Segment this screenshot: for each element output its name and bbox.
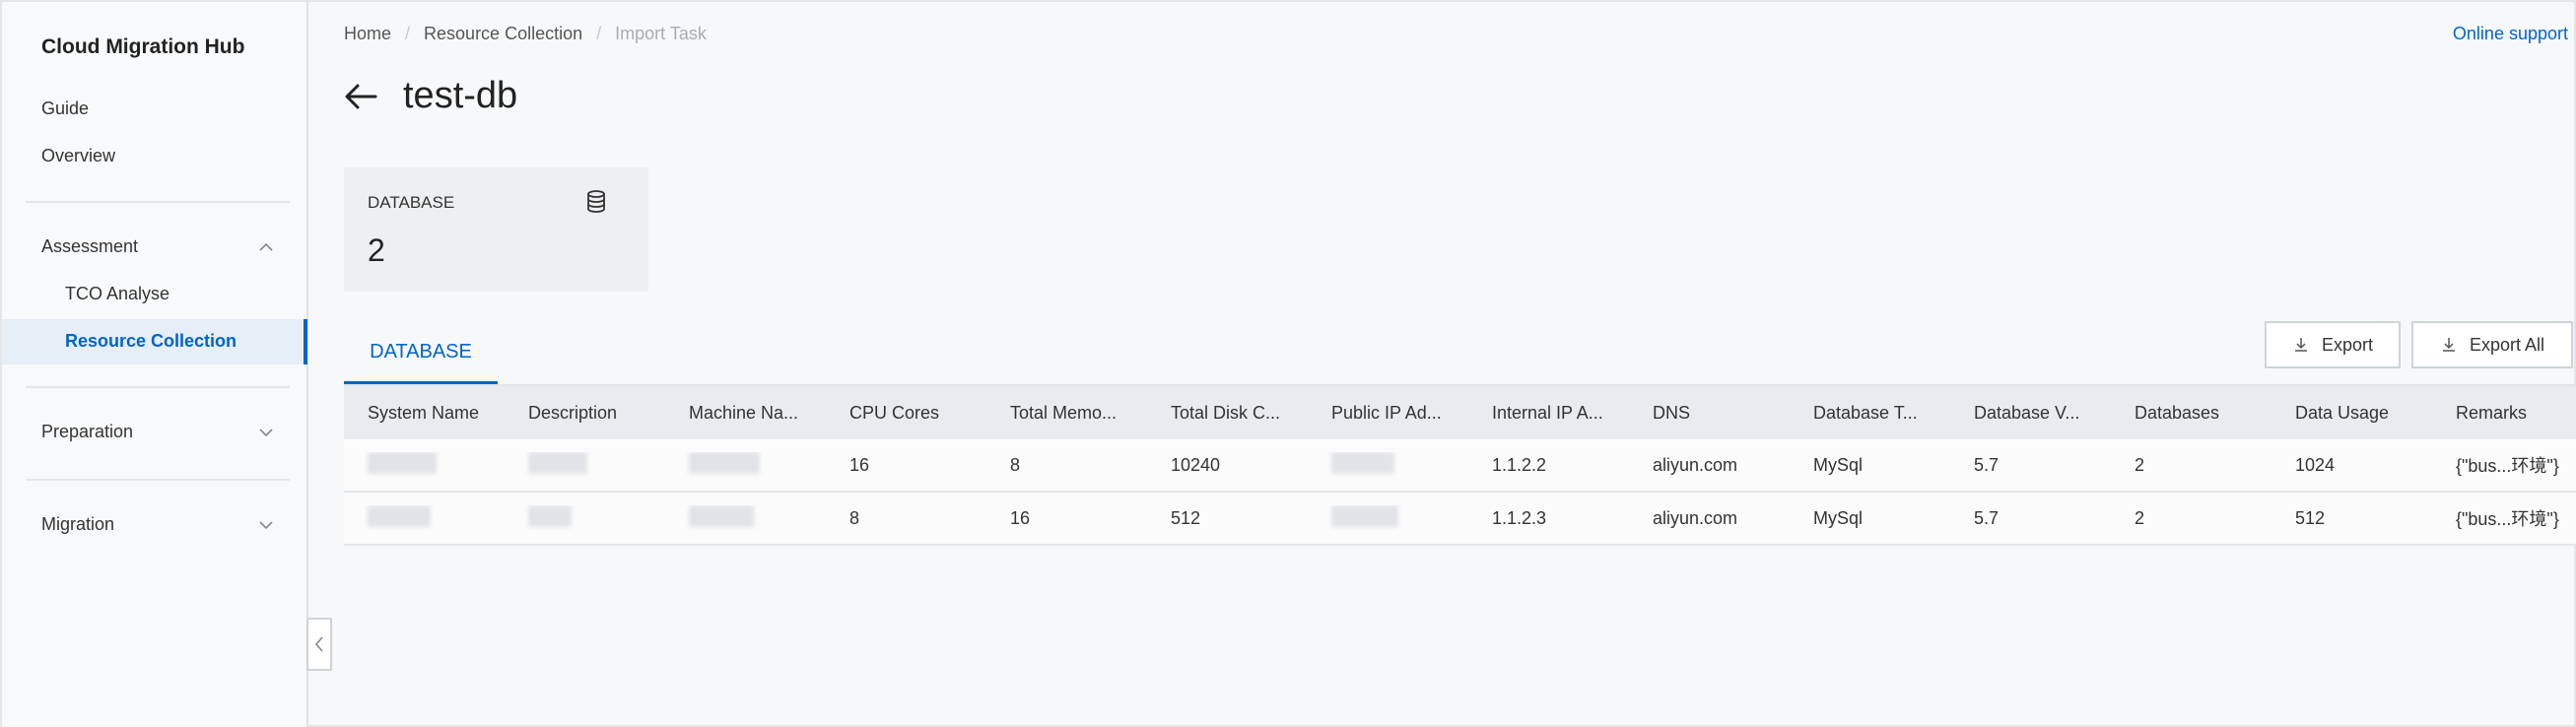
table-cell: aliyun.com — [1653, 507, 1738, 528]
sidebar-collapse-button[interactable] — [306, 618, 332, 671]
download-icon — [2442, 338, 2455, 352]
stat-value: 2 — [368, 232, 385, 268]
redacted-value — [368, 451, 437, 474]
database-count-card: DATABASE 2 — [344, 167, 648, 292]
breadcrumb-resource-collection[interactable]: Resource Collection — [424, 24, 582, 44]
column-header[interactable]: Data Usage — [2271, 403, 2432, 424]
page-header: test-db — [344, 75, 517, 117]
redacted-value — [689, 504, 754, 527]
breadcrumb: Home / Resource Collection / Import Task — [344, 24, 707, 44]
table-cell: 2 — [2135, 454, 2145, 475]
table-cell: 2 — [2135, 507, 2145, 528]
breadcrumb-separator: / — [596, 24, 602, 43]
table-cell: 1.1.2.2 — [1492, 454, 1547, 475]
table-cell — [344, 451, 505, 479]
table-cell: 16 — [849, 454, 870, 475]
back-arrow-icon[interactable] — [344, 83, 377, 110]
page-title: test-db — [403, 75, 518, 116]
table-cell — [505, 504, 665, 532]
sidebar-divider — [26, 386, 290, 388]
sidebar-divider — [26, 479, 290, 481]
column-header[interactable]: Total Disk C... — [1147, 403, 1308, 424]
table-cell: 16 — [1010, 507, 1031, 528]
sidebar-group-preparation[interactable]: Preparation — [41, 422, 274, 442]
table-cell — [665, 504, 826, 532]
column-header[interactable]: CPU Cores — [826, 403, 986, 424]
column-header[interactable]: Remarks — [2432, 403, 2576, 424]
redacted-value — [528, 504, 572, 527]
download-icon — [2294, 338, 2307, 352]
sidebar-group-label: Assessment — [41, 236, 139, 256]
table-cell — [665, 451, 826, 479]
redacted-value — [1331, 504, 1398, 527]
redacted-value — [528, 451, 587, 474]
table-cell: 1024 — [2295, 454, 2336, 475]
export-button-label: Export — [2321, 334, 2374, 355]
column-header[interactable]: Databases — [2111, 403, 2271, 424]
table-cell: MySql — [1813, 507, 1864, 528]
table-cell: 8 — [849, 507, 860, 528]
sidebar-item-tco-analyse[interactable]: TCO Analyse — [65, 284, 169, 304]
breadcrumb-home[interactable]: Home — [344, 24, 391, 44]
column-header[interactable]: Database T... — [1790, 403, 1950, 424]
table-cell: {"bus...环境"} — [2456, 456, 2559, 476]
column-header[interactable]: Total Memo... — [986, 403, 1147, 424]
table-cell: {"bus...环境"} — [2456, 509, 2559, 529]
chevron-left-icon — [314, 636, 323, 652]
table-cell: 5.7 — [1974, 507, 2000, 528]
chevron-down-icon — [258, 517, 274, 533]
sidebar: Cloud Migration Hub Guide Overview Asses… — [2, 2, 308, 727]
table-row[interactable]: 16 8 10240 1.1.2.2 aliyun.com MySql 5.7 2 1024 {"… — [344, 439, 2576, 493]
export-all-button[interactable]: Export All — [2411, 321, 2573, 368]
database-table: System Name Description Machine Na... CPU C… — [344, 384, 2576, 546]
database-icon — [587, 190, 605, 213]
redacted-value — [689, 451, 760, 474]
table-cell: 8 — [1010, 454, 1021, 475]
tab-database[interactable]: DATABASE — [344, 327, 498, 384]
sidebar-group-label: Migration — [41, 514, 115, 534]
chevron-up-icon — [258, 239, 274, 255]
table-cell — [1308, 504, 1468, 532]
table-cell — [505, 451, 665, 479]
column-header[interactable]: Machine Na... — [665, 403, 826, 424]
column-header[interactable]: Public IP Ad... — [1308, 403, 1468, 424]
redacted-value — [1331, 451, 1394, 474]
online-support-link[interactable]: Online support — [2453, 24, 2568, 44]
table-cell: MySql — [1813, 454, 1864, 475]
sidebar-group-assessment[interactable]: Assessment — [41, 236, 274, 257]
sidebar-item-overview[interactable]: Overview — [41, 146, 115, 166]
stat-label: DATABASE — [368, 193, 455, 212]
table-cell: 10240 — [1171, 454, 1221, 475]
column-header[interactable]: Description — [505, 403, 665, 424]
table-cell: 512 — [1171, 507, 1201, 528]
table-cell: aliyun.com — [1653, 454, 1738, 475]
breadcrumb-current: Import Task — [615, 24, 707, 43]
table-body: 16 8 10240 1.1.2.2 aliyun.com MySql 5.7 2 1024 {"… — [344, 439, 2576, 546]
chevron-down-icon — [258, 425, 274, 440]
table-cell — [1308, 451, 1468, 479]
sidebar-title: Cloud Migration Hub — [41, 35, 245, 58]
sidebar-divider — [26, 201, 290, 203]
breadcrumb-separator: / — [405, 24, 411, 43]
table-header: System Name Description Machine Na... CPU C… — [344, 384, 2576, 439]
table-row[interactable]: 8 16 512 1.1.2.3 aliyun.com MySql 5.7 2 512 {"bus… — [344, 493, 2576, 546]
app-frame: Cloud Migration Hub Guide Overview Asses… — [0, 0, 2576, 727]
sidebar-item-guide[interactable]: Guide — [41, 99, 89, 119]
sidebar-item-resource-collection[interactable]: Resource Collection — [65, 331, 237, 352]
export-button[interactable]: Export — [2265, 321, 2401, 368]
sidebar-group-label: Preparation — [41, 422, 134, 441]
column-header[interactable]: System Name — [344, 403, 505, 424]
table-cell: 512 — [2295, 507, 2326, 528]
sidebar-group-migration[interactable]: Migration — [41, 514, 274, 535]
table-cell: 5.7 — [1974, 454, 2000, 475]
table-cell — [344, 504, 505, 532]
export-all-button-label: Export All — [2469, 334, 2545, 355]
redacted-value — [368, 504, 431, 527]
column-header[interactable]: Database V... — [1950, 403, 2111, 424]
column-header[interactable]: DNS — [1629, 403, 1790, 424]
table-cell: 1.1.2.3 — [1492, 507, 1547, 528]
column-header[interactable]: Internal IP A... — [1468, 403, 1629, 424]
